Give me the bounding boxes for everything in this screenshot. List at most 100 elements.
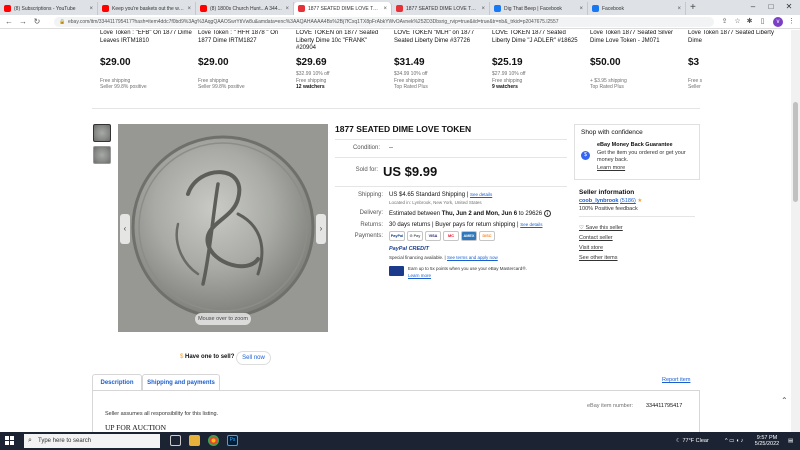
tab-favicon-icon (592, 5, 599, 12)
windows-start-icon[interactable] (5, 436, 15, 446)
next-image-button[interactable]: › (316, 214, 326, 244)
guarantee-text: Get the item you ordered or get your mon… (597, 150, 686, 163)
close-tab-icon[interactable]: × (187, 6, 191, 12)
seller-info-title: Seller information (579, 189, 635, 196)
paypal-credit-logo: PayPal CREDIT (389, 246, 430, 252)
seller-name-link[interactable]: coob_lynbrook (579, 198, 618, 204)
maximize-button[interactable]: □ (763, 0, 779, 14)
item-location: Located in: Lynbrook, New York, United S… (389, 200, 482, 205)
sidepanel-icon[interactable]: ▯ (758, 17, 767, 27)
bookmark-star-icon[interactable]: ☆ (733, 17, 742, 27)
tab-label: Dig That Beep | Facebook (504, 5, 562, 12)
contact-seller-link[interactable]: Contact seller (579, 235, 613, 241)
weather-widget[interactable]: ☾ 77°F Clear (676, 438, 709, 444)
similar-item-price: $29.00 (198, 57, 229, 68)
close-tab-icon[interactable]: × (481, 6, 485, 12)
payment-logo-icon: PayPal (389, 231, 405, 241)
extensions-icon[interactable]: ✱ (745, 17, 754, 27)
feedback-icon[interactable]: ⌃ (781, 396, 788, 405)
reload-icon[interactable]: ↻ (32, 16, 42, 28)
similar-item-title: LOVE TOKEN 1877 Seated Liberty Dime "J A… (492, 30, 578, 44)
browser-tab[interactable]: (8) Subscriptions - YouTube × (0, 2, 98, 15)
guarantee-learn-more-link[interactable]: Learn more (597, 165, 625, 171)
confidence-title: Shop with confidence (581, 129, 643, 136)
financing-link[interactable]: See terms and apply now (447, 255, 498, 260)
clock[interactable]: 9:57 PM 5/25/2022 (752, 435, 782, 447)
seller-score-link[interactable]: (5186) (620, 198, 636, 204)
similar-item-price: $31.49 (394, 57, 425, 68)
close-tab-icon[interactable]: × (285, 6, 289, 12)
taskbar-search-input[interactable]: ⌕ Type here to search (24, 434, 160, 448)
divider (579, 216, 695, 217)
tab-label: Keep you're baskets out the wa... (112, 5, 186, 12)
gallery-thumbnail-1[interactable] (93, 124, 111, 142)
similar-item-title: Love Token : "EFB" On 1877 Dime Leaves I… (100, 30, 192, 44)
similar-item-original-price: $32.99 10% off (296, 71, 330, 77)
divider (335, 186, 567, 187)
similar-item-extra: Seller 99.8% positive (198, 84, 245, 90)
disclaimer-text: Seller assumes all responsibility for th… (105, 411, 219, 417)
tab-label: 1877 SEATED DIME LOVE TOKEN (406, 5, 480, 12)
close-tab-icon[interactable]: × (677, 6, 681, 12)
info-icon[interactable]: i (543, 210, 551, 217)
condition-label: Condition: (352, 145, 380, 151)
returns-label: Returns: (360, 222, 383, 228)
new-tab-button[interactable]: + (690, 2, 696, 15)
close-tab-icon[interactable]: × (383, 6, 387, 12)
report-item-link[interactable]: Report item (662, 377, 690, 383)
task-view-icon[interactable] (170, 435, 181, 446)
points-learn-more-link[interactable]: Learn more (408, 273, 431, 278)
browser-tab[interactable]: 1877 SEATED DIME LOVE TOKEN × (294, 2, 392, 15)
url-input[interactable]: 🔒 ebay.com/itm/334411795417?hash=item4dd… (54, 17, 714, 27)
browser-tab[interactable]: Facebook × (588, 2, 686, 15)
tab-description[interactable]: Description (92, 374, 142, 391)
file-explorer-icon[interactable] (189, 435, 200, 446)
chrome-icon[interactable] (208, 435, 219, 446)
browser-tab[interactable]: 1877 SEATED DIME LOVE TOKEN × (392, 2, 490, 15)
back-arrow-icon[interactable]: ← (4, 16, 14, 28)
menu-dots-icon[interactable]: ⋮ (787, 17, 796, 27)
returns-text: 30 days returns | Buyer pays for return … (389, 222, 519, 228)
auction-heading: UP FOR AUCTION (105, 423, 166, 432)
scrollbar-thumb[interactable] (793, 102, 798, 202)
tab-favicon-icon (396, 5, 403, 12)
sell-now-button[interactable]: Sell now (236, 351, 271, 365)
condition-value: -- (389, 145, 393, 151)
close-tab-icon[interactable]: × (89, 6, 93, 12)
tab-shipping-payments[interactable]: Shipping and payments (142, 374, 220, 391)
minimize-button[interactable]: – (745, 0, 761, 14)
close-window-button[interactable]: ✕ (781, 0, 797, 14)
page-scrollbar[interactable] (791, 30, 800, 432)
lock-icon: 🔒 (59, 19, 66, 25)
main-item-image[interactable]: ‹ › (118, 124, 328, 332)
returns-details-link[interactable]: See details (520, 222, 542, 227)
notifications-icon[interactable]: ▤ (788, 438, 793, 444)
similar-item-title: Love Token : " HFR 1878 " On 1877 Dime I… (198, 30, 279, 44)
photoshop-icon[interactable]: Ps (227, 435, 238, 446)
gallery-thumbnail-2[interactable] (93, 146, 111, 164)
payment-logo-icon: DISC (479, 231, 495, 241)
similar-item-price: $50.00 (590, 57, 621, 68)
save-seller-link[interactable]: ♡ Save this seller (579, 225, 623, 231)
browser-tab[interactable]: (8) 1800s Church Hunt...A 344... × (196, 2, 294, 15)
share-icon[interactable]: ⇪ (720, 17, 729, 27)
money-back-shield-icon: $ (581, 151, 590, 160)
visit-store-link[interactable]: Visit store (579, 245, 603, 251)
payment-logo-icon: G Pay (407, 231, 423, 241)
browser-tab[interactable]: Keep you're baskets out the wa... × (98, 2, 196, 15)
close-tab-icon[interactable]: × (579, 6, 583, 12)
similar-item-price: $29.00 (100, 57, 131, 68)
shipping-details-link[interactable]: See details (470, 192, 492, 197)
shipping-cost: US $4.65 Standard Shipping | (389, 192, 469, 198)
system-tray-icons[interactable]: ^ ▭ ◖ ♪ (725, 438, 743, 444)
forward-arrow-icon[interactable]: → (18, 16, 28, 28)
delivery-prefix: Estimated between (389, 211, 441, 217)
ebay-item-page: Love Token : "EFB" On 1877 Dime Leaves I… (0, 30, 800, 432)
similar-item-title: Love Token 1877 Seated Liberty Dime (688, 30, 774, 44)
item-number-label: eBay item number: (587, 403, 634, 409)
dollar-icon: $ (180, 354, 184, 360)
other-items-link[interactable]: See other items (579, 255, 618, 261)
prev-image-button[interactable]: ‹ (120, 214, 130, 244)
profile-avatar[interactable]: v (773, 17, 783, 27)
browser-tab[interactable]: Dig That Beep | Facebook × (490, 2, 588, 15)
